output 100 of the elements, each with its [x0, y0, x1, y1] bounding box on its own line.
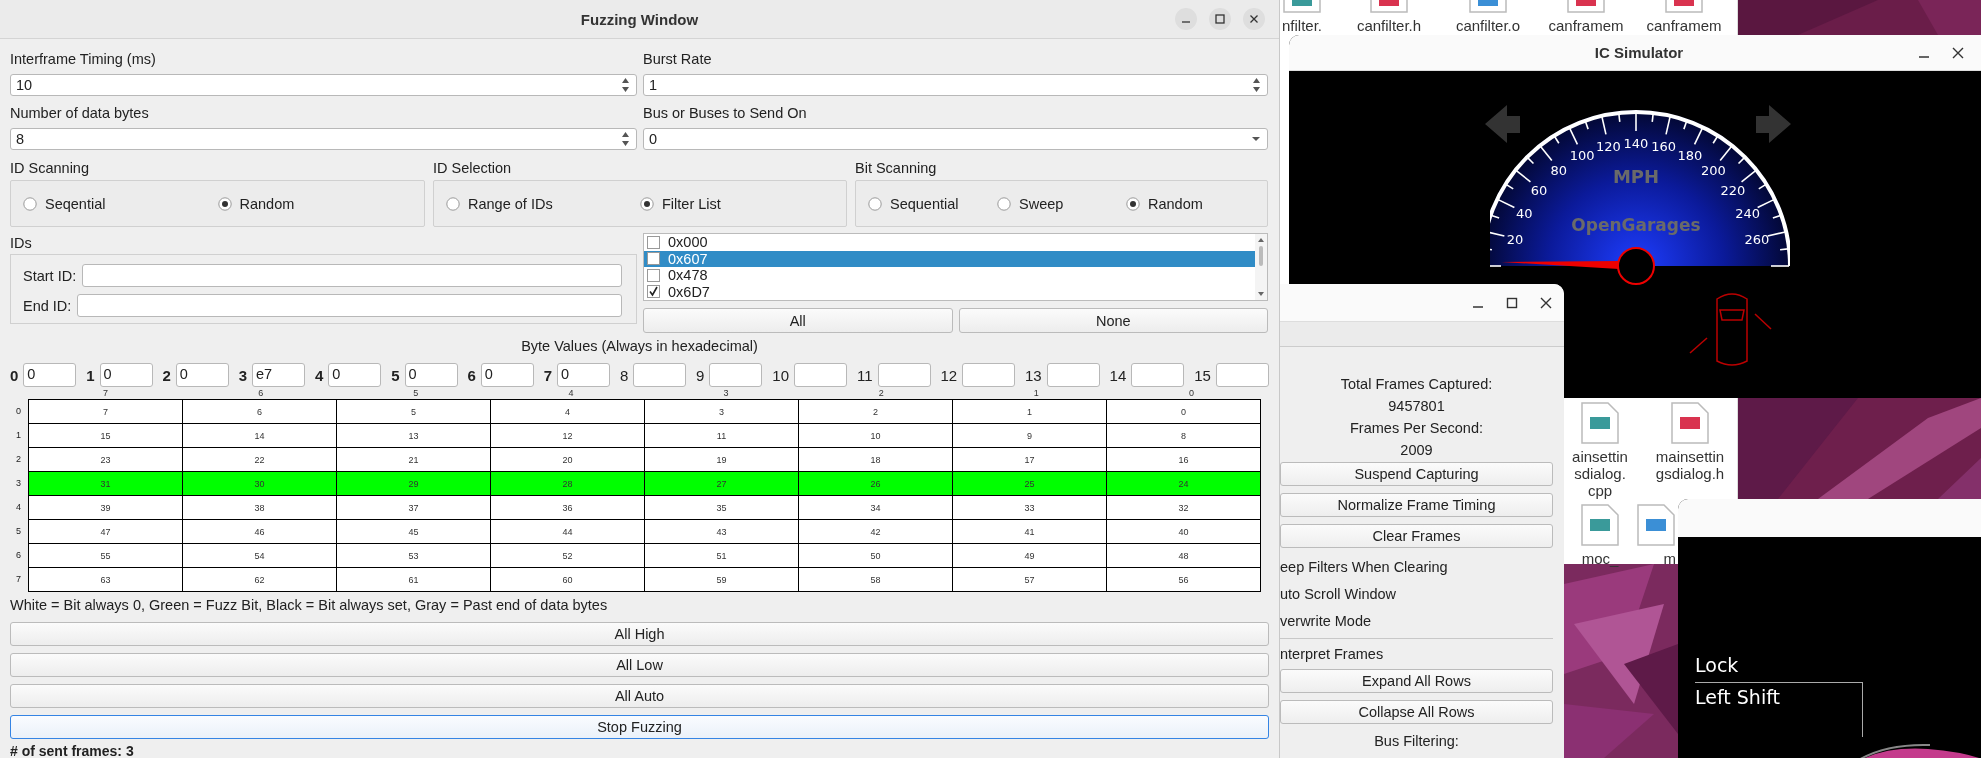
bit-cell[interactable]: 45 [336, 519, 491, 544]
bit-cell[interactable]: 7 [28, 399, 183, 424]
bit-cell[interactable]: 31 [28, 471, 183, 496]
file-icon[interactable] [1580, 401, 1620, 445]
dialog-button[interactable]: Collapse All Rows [1280, 700, 1553, 724]
radio-button[interactable] [997, 196, 1011, 211]
maximize-icon[interactable] [1505, 295, 1519, 310]
bit-cell[interactable]: 53 [336, 543, 491, 568]
bit-cell[interactable]: 58 [798, 567, 953, 592]
bit-cell[interactable]: 50 [798, 543, 953, 568]
file-name[interactable]: canframem [1646, 17, 1722, 34]
bit-cell[interactable]: 37 [336, 495, 491, 520]
checkbox[interactable] [647, 235, 660, 249]
spin-box[interactable]: 10 [10, 74, 637, 96]
bit-cell[interactable]: 38 [182, 495, 337, 520]
list-item[interactable]: 0x607 [644, 250, 1255, 267]
bit-cell[interactable]: 4 [490, 399, 645, 424]
checkbox[interactable] [647, 268, 660, 282]
byte-input[interactable]: 0 [175, 363, 229, 387]
bit-cell[interactable]: 21 [336, 447, 491, 472]
caret-icon[interactable] [1251, 136, 1261, 142]
bit-cell[interactable]: 30 [182, 471, 337, 496]
file-name[interactable]: sdialog. [1574, 465, 1626, 482]
bit-cell[interactable]: 5 [336, 399, 491, 424]
dropdown[interactable]: 0 [643, 128, 1268, 150]
byte-input[interactable]: 0 [23, 363, 77, 387]
bit-cell[interactable]: 25 [952, 471, 1107, 496]
byte-input[interactable] [1215, 363, 1269, 387]
bit-cell[interactable]: 17 [952, 447, 1107, 472]
bit-cell[interactable]: 15 [28, 423, 183, 448]
bit-cell[interactable]: 57 [952, 567, 1107, 592]
radio-button[interactable] [23, 196, 37, 211]
file-name[interactable]: canfilter.h [1356, 17, 1422, 34]
bit-cell[interactable]: 14 [182, 423, 337, 448]
minimize-icon[interactable] [1175, 8, 1197, 30]
file-name[interactable]: cpp [1587, 482, 1613, 499]
byte-input[interactable] [962, 363, 1016, 387]
bit-cell[interactable]: 12 [490, 423, 645, 448]
list-item[interactable]: 0x000 [644, 234, 1255, 251]
scrollbar[interactable] [1255, 234, 1267, 300]
bit-cell[interactable]: 56 [1106, 567, 1261, 592]
action-button[interactable]: Stop Fuzzing [10, 715, 1269, 739]
radio-button[interactable] [217, 196, 232, 211]
close-icon[interactable] [1951, 45, 1965, 60]
action-button[interactable]: All Auto [10, 684, 1269, 708]
bit-cell[interactable]: 55 [28, 543, 183, 568]
byte-input[interactable] [877, 363, 931, 387]
close-icon[interactable] [1539, 295, 1553, 310]
option-label[interactable]: uto Scroll Window [1280, 581, 1397, 608]
file-name[interactable]: gsdialog.h [1655, 465, 1725, 482]
radio-button[interactable] [640, 196, 654, 211]
bit-cell[interactable]: 2 [798, 399, 953, 424]
bit-cell[interactable]: 61 [336, 567, 491, 592]
radio-label[interactable]: Sweep [1019, 195, 1064, 212]
file-name[interactable]: ainsettin [1572, 448, 1628, 465]
dialog-button[interactable]: Clear Frames [1280, 524, 1553, 548]
bit-cell[interactable]: 27 [644, 471, 799, 496]
byte-input[interactable]: e7 [252, 363, 306, 387]
file-icon[interactable] [1636, 503, 1676, 547]
bit-cell[interactable]: 33 [952, 495, 1107, 520]
bit-cell[interactable]: 19 [644, 447, 799, 472]
checkbox[interactable] [647, 252, 660, 266]
radio-label[interactable]: Random [239, 195, 295, 212]
bit-cell[interactable]: 0 [1106, 399, 1261, 424]
bit-cell[interactable]: 51 [644, 543, 799, 568]
bit-cell[interactable]: 20 [490, 447, 645, 472]
spin-box[interactable]: 1 [643, 74, 1268, 96]
dialog-button[interactable]: Normalize Frame Timing [1280, 493, 1553, 517]
option-label[interactable]: nterpret Frames [1280, 641, 1384, 668]
bit-cell[interactable]: 8 [1106, 423, 1261, 448]
list-item[interactable]: 0x6D7 [644, 283, 1255, 300]
bit-cell[interactable]: 1 [952, 399, 1107, 424]
byte-input[interactable] [633, 363, 687, 387]
radio-label[interactable]: Sequential [890, 195, 959, 212]
bit-cell[interactable]: 54 [182, 543, 337, 568]
bit-cell[interactable]: 60 [490, 567, 645, 592]
spin-arrows-icon[interactable] [1252, 76, 1261, 94]
bit-cell[interactable]: 41 [952, 519, 1107, 544]
action-button[interactable]: All High [10, 622, 1269, 646]
bit-cell[interactable]: 40 [1106, 519, 1261, 544]
bit-cell[interactable]: 3 [644, 399, 799, 424]
bit-cell[interactable]: 47 [28, 519, 183, 544]
bit-cell[interactable]: 6 [182, 399, 337, 424]
radio-label[interactable]: Seqential [45, 195, 106, 212]
dialog-button[interactable]: Suspend Capturing [1280, 462, 1553, 486]
bit-cell[interactable]: 34 [798, 495, 953, 520]
bit-cell[interactable]: 10 [798, 423, 953, 448]
radio-label[interactable]: Random [1148, 195, 1203, 212]
file-name[interactable]: m [1663, 550, 1676, 567]
bit-cell[interactable]: 49 [952, 543, 1107, 568]
spin-arrows-icon[interactable] [621, 130, 630, 148]
bit-cell[interactable]: 63 [28, 567, 183, 592]
file-name[interactable]: nfilter. [1282, 17, 1323, 34]
byte-input[interactable] [794, 363, 848, 387]
bit-cell[interactable]: 59 [644, 567, 799, 592]
bit-cell[interactable]: 32 [1106, 495, 1261, 520]
bit-cell[interactable]: 46 [182, 519, 337, 544]
input-field[interactable] [77, 294, 622, 317]
bit-cell[interactable]: 26 [798, 471, 953, 496]
input-field[interactable] [82, 264, 622, 287]
